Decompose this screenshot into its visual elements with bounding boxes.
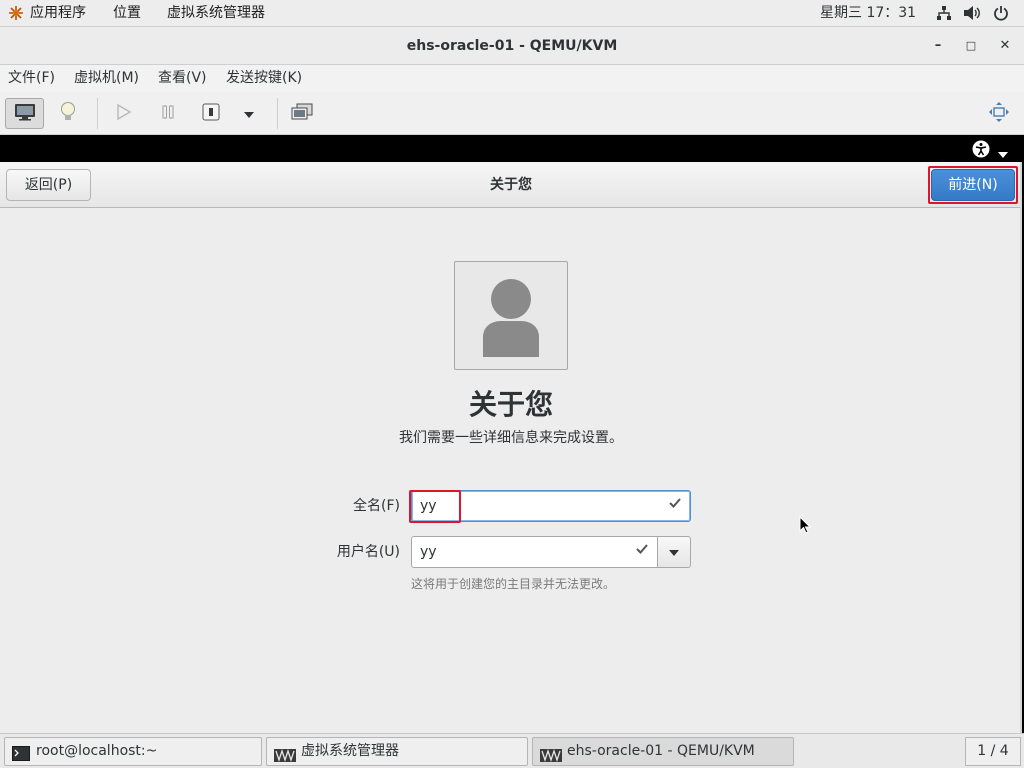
fullname-highlight [409, 490, 461, 523]
minimize-button[interactable]: – [929, 37, 947, 55]
close-button[interactable]: ✕ [996, 37, 1014, 55]
network-icon[interactable] [936, 5, 952, 25]
lightbulb-icon [60, 101, 76, 127]
menu-send-key[interactable]: 发送按键(K) [226, 65, 302, 92]
scrollbar[interactable] [1020, 162, 1022, 733]
username-dropdown-button[interactable] [657, 536, 691, 568]
username-label: 用户名(U) [336, 544, 400, 560]
maximize-button[interactable]: □ [962, 37, 980, 55]
task-terminal[interactable]: root@localhost:~ [4, 737, 262, 766]
menubar: 文件(F) 虚拟机(M) 查看(V) 发送按键(K) [0, 65, 1024, 92]
console-view-button[interactable] [5, 98, 44, 129]
caret-down-icon [244, 106, 254, 122]
pause-button[interactable] [154, 98, 182, 129]
details-view-button[interactable] [52, 98, 84, 129]
places-menu[interactable]: 位置 [113, 0, 141, 26]
task-terminal-label: root@localhost:~ [36, 743, 158, 759]
monitor-icon [14, 103, 36, 125]
installer-header: 关于您 返回(P) 前进(N) [0, 162, 1022, 208]
workspace-switcher[interactable]: 1 / 4 [965, 737, 1021, 766]
installer-page: 关于您 返回(P) 前进(N) 关于您 我们需要一些详细信息来完成设置。 全名(… [0, 162, 1022, 733]
mouse-pointer-icon [799, 515, 812, 538]
virt-manager-icon [540, 745, 562, 768]
page-title: 关于您 [468, 388, 553, 421]
pause-icon [161, 105, 175, 123]
power-switch-icon [201, 102, 221, 126]
window-title: ehs-oracle-01 - QEMU/KVM [406, 38, 618, 54]
caret-down-icon [669, 544, 679, 560]
vm-toolbar [0, 92, 1024, 135]
snapshot-icon [291, 103, 313, 125]
run-button[interactable] [110, 98, 138, 129]
power-icon[interactable] [993, 5, 1009, 25]
virt-manager-icon [274, 745, 296, 768]
shutdown-button[interactable] [198, 98, 224, 129]
checkmark-icon [669, 497, 681, 512]
vm-display[interactable]: 关于您 返回(P) 前进(N) 关于您 我们需要一些详细信息来完成设置。 全名(… [0, 135, 1024, 733]
menu-file[interactable]: 文件(F) [8, 65, 55, 92]
taskbar: root@localhost:~ 虚拟系统管理器 ehs-oracle-01 -… [0, 733, 1024, 768]
top-panel: 应用程序 位置 虚拟系统管理器 星期三 17：31 [0, 0, 1024, 27]
task-vm-window-label: ehs-oracle-01 - QEMU/KVM [567, 743, 755, 759]
menu-view[interactable]: 查看(V) [158, 65, 207, 92]
volume-icon[interactable] [963, 5, 981, 25]
shutdown-menu-button[interactable] [239, 98, 259, 129]
username-hint: 这将用于创建您的主目录并无法更改。 [411, 577, 616, 591]
caret-down-icon[interactable] [998, 146, 1008, 162]
page-subtitle: 我们需要一些详细信息来完成设置。 [399, 430, 623, 446]
play-icon [116, 103, 132, 125]
task-virt-manager-label: 虚拟系统管理器 [301, 743, 399, 759]
back-button[interactable]: 返回(P) [6, 169, 91, 201]
task-virt-manager[interactable]: 虚拟系统管理器 [266, 737, 528, 766]
snapshots-button[interactable] [288, 98, 316, 129]
avatar-button[interactable] [454, 261, 568, 370]
menu-vm[interactable]: 虚拟机(M) [74, 65, 139, 92]
clock[interactable]: 星期三 17：31 [820, 0, 916, 26]
applications-menu[interactable]: 应用程序 [30, 0, 86, 26]
applications-icon [8, 5, 24, 25]
current-app-menu[interactable]: 虚拟系统管理器 [167, 0, 265, 26]
fullscreen-button[interactable] [984, 98, 1014, 129]
checkmark-icon [636, 543, 648, 558]
toolbar-separator [277, 98, 278, 129]
terminal-icon [12, 744, 30, 768]
accessibility-icon[interactable] [972, 140, 990, 162]
next-button-highlight [928, 166, 1018, 204]
toolbar-separator [97, 98, 98, 129]
task-vm-window[interactable]: ehs-oracle-01 - QEMU/KVM [532, 737, 794, 766]
fullscreen-icon [988, 101, 1010, 127]
username-field[interactable]: yy [411, 536, 658, 568]
window-titlebar: ehs-oracle-01 - QEMU/KVM – □ ✕ [0, 27, 1024, 65]
user-avatar-icon [479, 277, 543, 361]
header-title: 关于您 [490, 177, 532, 193]
fullname-label: 全名(F) [353, 498, 400, 514]
